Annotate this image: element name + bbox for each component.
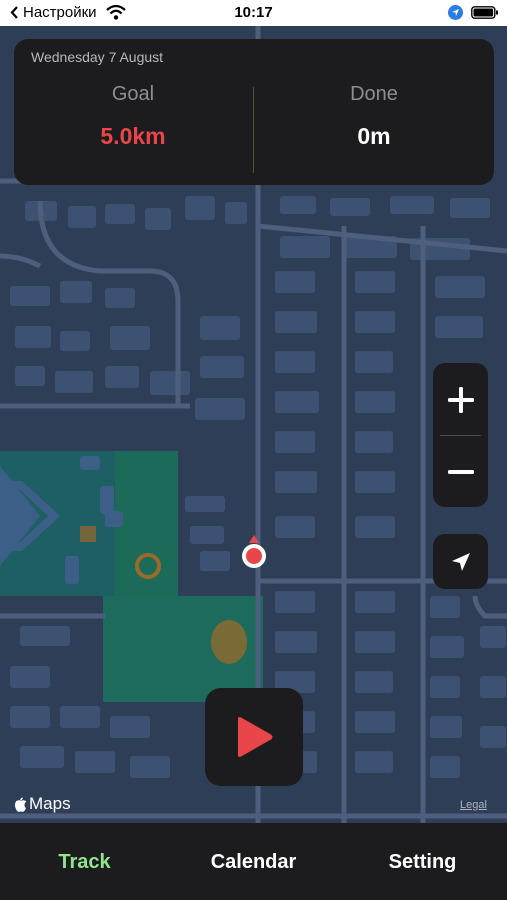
apple-maps-logo: Maps	[14, 794, 71, 814]
tab-track[interactable]: Track	[0, 851, 169, 874]
zoom-in-button[interactable]	[433, 365, 488, 435]
battery-icon	[471, 6, 498, 19]
play-icon	[238, 717, 273, 757]
card-divider	[253, 87, 254, 173]
goal-label: Goal	[111, 83, 155, 105]
start-tracking-button[interactable]	[205, 688, 303, 786]
status-bar: Настройки 10:17	[0, 0, 507, 26]
zoom-divider	[440, 435, 481, 436]
minus-icon	[447, 470, 474, 474]
locate-me-button[interactable]	[433, 534, 488, 589]
tab-calendar[interactable]: Calendar	[169, 851, 338, 874]
zoom-controls	[433, 363, 488, 507]
clock: 10:17	[234, 4, 273, 21]
zoom-out-button[interactable]	[433, 437, 488, 507]
daily-summary-card: Wednesday 7 August Goal 5.0km Done 0m	[14, 39, 494, 185]
apple-logo-icon	[15, 797, 27, 812]
legal-link[interactable]: Legal	[460, 799, 487, 811]
plus-icon	[447, 387, 474, 413]
tab-bar: Track Calendar Setting	[0, 823, 507, 900]
location-arrow-icon	[448, 5, 463, 20]
done-label: Done	[350, 83, 398, 105]
done-value: 0m	[357, 123, 391, 149]
summary-date: Wednesday 7 August	[31, 49, 164, 65]
goal-value: 5.0km	[100, 123, 166, 149]
maps-label: Maps	[29, 794, 71, 813]
location-arrow-icon	[451, 552, 470, 571]
tab-setting[interactable]: Setting	[338, 851, 507, 874]
